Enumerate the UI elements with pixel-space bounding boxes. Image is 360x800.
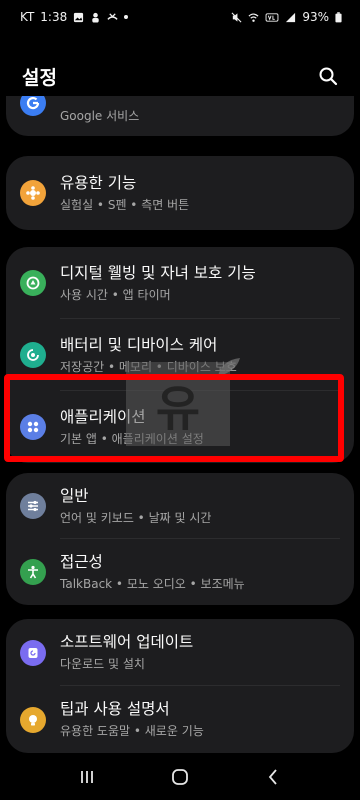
battery-icon [335, 11, 342, 22]
signal-icon [286, 12, 296, 22]
recent-apps-button[interactable] [67, 762, 107, 792]
person-notification-icon [92, 12, 99, 23]
volte-icon [265, 12, 279, 22]
settings-card-useful: 유용한 기능 실험실 • S펜 • 측면 버튼 [6, 156, 354, 230]
accessibility-icon [20, 559, 46, 585]
settings-item-tips[interactable]: 팁과 사용 설명서 유용한 도움말 • 새로운 기능 [6, 686, 354, 753]
settings-item-subtitle: 유용한 도움말 • 새로운 기능 [60, 724, 204, 738]
settings-item-general[interactable]: 일반 언어 및 키보드 • 날짜 및 시간 [6, 473, 354, 539]
search-button[interactable] [316, 64, 340, 88]
battery-percent: 93% [302, 10, 329, 24]
settings-item-subtitle: 언어 및 키보드 • 날짜 및 시간 [60, 510, 212, 525]
settings-item-title: 접근성 [60, 552, 103, 571]
missed-call-icon [107, 12, 118, 20]
more-notifications-dot [124, 15, 129, 19]
star-gear-icon [20, 180, 46, 206]
settings-item-title: 일반 [60, 486, 89, 505]
sliders-icon [20, 493, 46, 519]
navigation-bar [0, 754, 360, 800]
settings-item-accessibility[interactable]: 접근성 TalkBack • 모노 오디오 • 보조메뉴 [6, 539, 354, 605]
settings-card-google: Google 서비스 [6, 96, 354, 136]
settings-header: 설정 [0, 56, 360, 96]
status-bar: KT 1:38 93% [0, 0, 360, 34]
page-title: 설정 [22, 66, 57, 89]
highlight-box [4, 374, 344, 462]
settings-item-title: 팁과 사용 설명서 [60, 700, 170, 718]
back-button[interactable] [253, 762, 293, 792]
settings-item-subtitle: Google 서비스 [60, 109, 140, 123]
settings-item-title: 배터리 및 디바이스 케어 [60, 335, 218, 354]
wifi-icon [248, 12, 259, 22]
mute-icon [231, 12, 242, 22]
recent-apps-icon [80, 771, 93, 783]
google-icon [20, 96, 46, 116]
home-button[interactable] [160, 762, 200, 792]
update-icon [20, 639, 46, 666]
settings-item-subtitle: TalkBack • 모노 오디오 • 보조메뉴 [60, 576, 245, 591]
settings-item-subtitle: 사용 시간 • 앱 타이머 [60, 287, 171, 302]
settings-item-subtitle: 다운로드 및 설치 [60, 657, 145, 671]
gallery-notification-icon [74, 12, 84, 22]
back-icon [269, 769, 277, 785]
settings-card-general: 일반 언어 및 키보드 • 날짜 및 시간 접근성 TalkBack • 모노 … [6, 473, 354, 605]
settings-item-title: 유용한 기능 [60, 173, 137, 192]
settings-item-software-update[interactable]: 소프트웨어 업데이트 다운로드 및 설치 [6, 619, 354, 686]
settings-item-subtitle: 실험실 • S펜 • 측면 버튼 [60, 197, 190, 212]
carrier-label: KT [20, 10, 35, 24]
home-icon [172, 769, 188, 785]
settings-item-digital-wellbeing[interactable]: 디지털 웰빙 및 자녀 보호 기능 사용 시간 • 앱 타이머 [6, 247, 354, 319]
device-care-icon [20, 342, 46, 368]
clock: 1:38 [40, 10, 68, 24]
lightbulb-icon [20, 706, 46, 733]
search-icon [319, 67, 338, 86]
settings-item-useful-features[interactable]: 유용한 기능 실험실 • S펜 • 측면 버튼 [6, 156, 354, 230]
settings-item-title: 소프트웨어 업데이트 [60, 633, 194, 651]
settings-item-title: 디지털 웰빙 및 자녀 보호 기능 [60, 263, 256, 282]
wellbeing-icon [20, 270, 46, 296]
settings-card-support: 소프트웨어 업데이트 다운로드 및 설치 팁과 사용 설명서 유용한 도움말 •… [6, 619, 354, 753]
settings-item-google[interactable]: Google 서비스 [6, 96, 354, 136]
